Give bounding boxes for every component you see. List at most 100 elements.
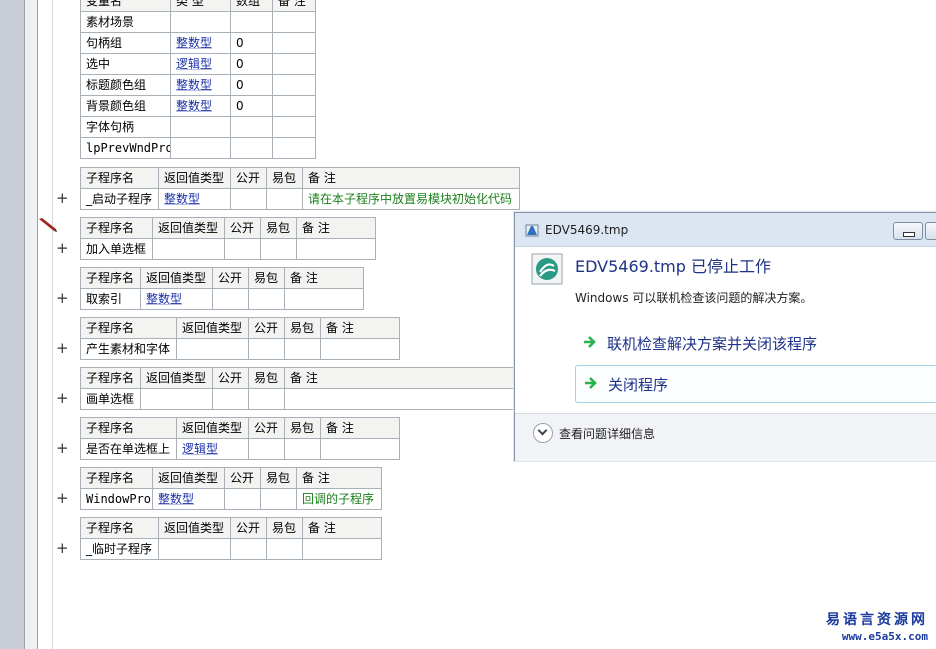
sub-name-cell[interactable]: _临时子程序 [80,538,159,560]
sub-note-cell[interactable] [284,288,364,310]
sub-public-cell[interactable] [224,488,261,510]
sub-note-cell[interactable]: 回调的子程序 [296,488,382,510]
var-note-cell[interactable] [272,11,316,33]
view-details-link[interactable]: 查看问题详细信息 [559,425,655,442]
table-row[interactable]: 素材场景 [80,11,316,33]
table-row[interactable]: _启动子程序 整数型 请在本子程序中放置易模块初始化代码 [80,188,520,210]
expand-icon[interactable]: + [56,391,69,406]
sub-ret-cell[interactable]: 整数型 [140,288,213,310]
sub-name-cell[interactable]: 取索引 [80,288,141,310]
var-type-cell[interactable] [170,11,231,33]
sub-note-cell[interactable] [284,388,521,410]
expand-icon[interactable]: + [56,541,69,556]
sub-note-cell[interactable] [320,338,400,360]
minimize-button[interactable] [893,222,923,240]
maximize-button[interactable] [925,222,936,240]
sub-ret-cell[interactable] [152,238,225,260]
var-name-cell[interactable]: lpPrevWndProc [80,137,171,159]
var-note-cell[interactable] [272,137,316,159]
var-name-cell[interactable]: 标题颜色组 [80,74,171,96]
sub-pkg-cell[interactable] [284,338,321,360]
var-type-cell[interactable] [170,116,231,138]
var-note-cell[interactable] [272,116,316,138]
var-array-cell[interactable]: 0 [230,74,273,96]
sub-ret-cell[interactable]: 逻辑型 [176,438,249,460]
sub-ret-cell[interactable] [176,338,249,360]
var-type-cell[interactable] [170,137,231,159]
sub-name-cell[interactable]: 产生素材和字体 [80,338,177,360]
expand-icon[interactable]: + [56,441,69,456]
sub-pkg-cell[interactable] [266,538,303,560]
table-row[interactable]: 画单选框 [80,388,521,410]
var-type-cell[interactable]: 整数型 [170,74,231,96]
table-row[interactable]: _临时子程序 [80,538,382,560]
header-cell: 易包 [260,217,297,239]
sub-ret-cell[interactable]: 整数型 [152,488,225,510]
expand-icon[interactable]: + [56,341,69,356]
sub-public-cell[interactable] [248,438,285,460]
header-cell: 公开 [224,467,261,489]
close-program-option[interactable]: 关闭程序 [575,365,936,403]
sub-pkg-cell[interactable] [248,388,285,410]
dialog-titlebar[interactable]: EDV5469.tmp [515,213,936,247]
var-name-cell[interactable]: 句柄组 [80,32,171,54]
var-array-cell[interactable]: 0 [230,53,273,75]
sub-public-cell[interactable] [212,388,249,410]
var-note-cell[interactable] [272,32,316,54]
sub-pkg-cell[interactable] [260,488,297,510]
expand-icon[interactable]: + [56,191,69,206]
sub-ret-cell[interactable] [140,388,213,410]
table-row[interactable]: lpPrevWndProc [80,137,316,159]
sub-public-cell[interactable] [230,538,267,560]
sub-name-cell[interactable]: _启动子程序 [80,188,159,210]
expand-icon[interactable]: + [56,291,69,306]
sub-note-cell[interactable] [296,238,376,260]
check-online-option[interactable]: 联机检查解决方案并关闭该程序 [575,325,936,361]
var-note-cell[interactable] [272,53,316,75]
sub-name-cell[interactable]: WindowProc [80,488,153,510]
table-row[interactable]: 背景颜色组 整数型 0 [80,95,316,117]
sub-note-cell[interactable] [320,438,400,460]
chevron-down-icon[interactable] [533,423,553,443]
sub-pkg-cell[interactable] [284,438,321,460]
table-row[interactable]: 选中 逻辑型 0 [80,53,316,75]
var-type-cell[interactable]: 整数型 [170,95,231,117]
sub-public-cell[interactable] [224,238,261,260]
sub-pkg-cell[interactable] [260,238,297,260]
var-array-cell[interactable] [230,11,273,33]
var-note-cell[interactable] [272,74,316,96]
table-row[interactable]: 句柄组 整数型 0 [80,32,316,54]
sub-public-cell[interactable] [248,338,285,360]
sub-pkg-cell[interactable] [248,288,285,310]
var-array-cell[interactable]: 0 [230,95,273,117]
var-name-cell[interactable]: 背景颜色组 [80,95,171,117]
table-row[interactable]: 是否在单选框上 逻辑型 [80,438,400,460]
table-row[interactable]: 加入单选框 [80,238,376,260]
sub-note-cell[interactable] [302,538,382,560]
var-type-cell[interactable]: 整数型 [170,32,231,54]
table-row[interactable]: 字体句柄 [80,116,316,138]
var-array-cell[interactable] [230,137,273,159]
sub-pkg-cell[interactable] [266,188,303,210]
sub-name-cell[interactable]: 是否在单选框上 [80,438,177,460]
sub-name-cell[interactable]: 画单选框 [80,388,141,410]
expand-icon[interactable]: + [56,241,69,256]
var-name-cell[interactable]: 字体句柄 [80,116,171,138]
table-row[interactable]: 产生素材和字体 [80,338,400,360]
sub-ret-cell[interactable]: 整数型 [158,188,231,210]
var-name-cell[interactable]: 选中 [80,53,171,75]
sub-ret-cell[interactable] [158,538,231,560]
var-type-cell[interactable]: 逻辑型 [170,53,231,75]
var-note-cell[interactable] [272,95,316,117]
sub-public-cell[interactable] [212,288,249,310]
sub-public-cell[interactable] [230,188,267,210]
table-row[interactable]: 取索引 整数型 [80,288,364,310]
sub-name-cell[interactable]: 加入单选框 [80,238,153,260]
var-array-cell[interactable]: 0 [230,32,273,54]
var-name-cell[interactable]: 素材场景 [80,11,171,33]
var-array-cell[interactable] [230,116,273,138]
expand-icon[interactable]: + [56,491,69,506]
sub-note-cell[interactable]: 请在本子程序中放置易模块初始化代码 [302,188,520,210]
table-row[interactable]: 标题颜色组 整数型 0 [80,74,316,96]
table-row[interactable]: WindowProc 整数型 回调的子程序 [80,488,382,510]
